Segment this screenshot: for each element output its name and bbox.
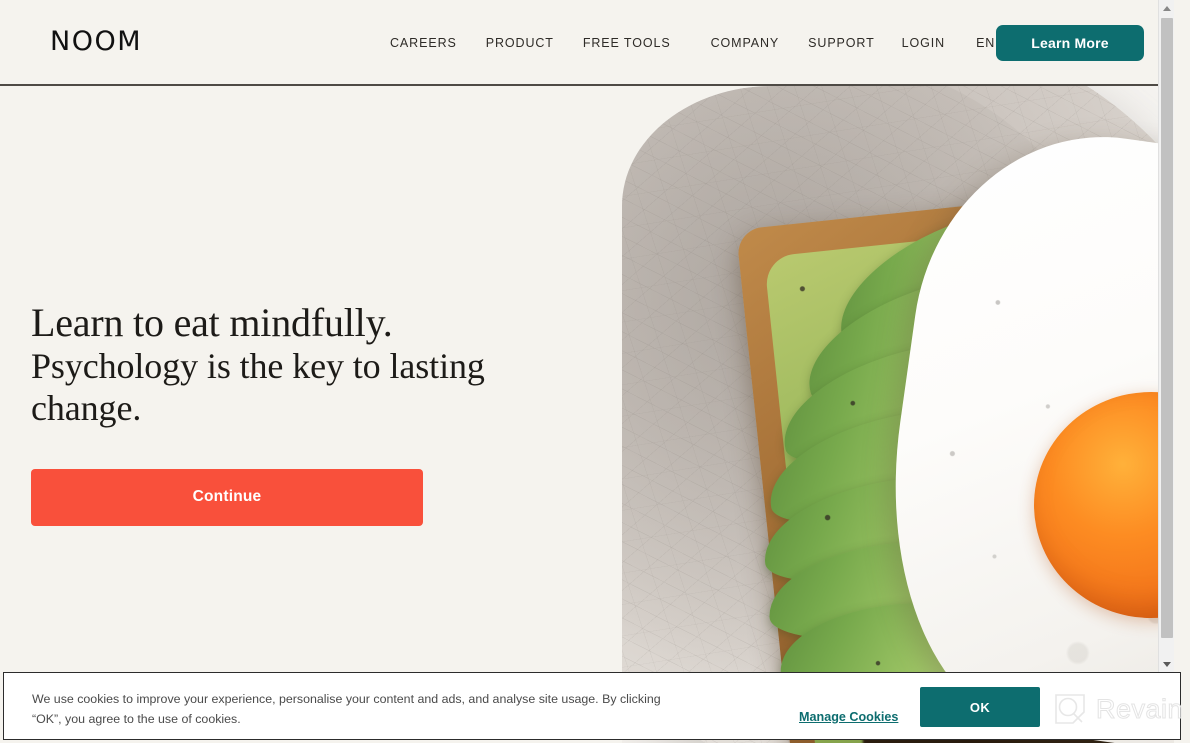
hero-food-image (622, 86, 1174, 743)
scroll-up-arrow-icon[interactable] (1159, 0, 1174, 16)
learn-more-button[interactable]: Learn More (996, 25, 1144, 61)
hero-section: Learn to eat mindfully. Psychology is th… (0, 86, 1174, 743)
page-title: Learn to eat mindfully. Psychology is th… (31, 301, 591, 430)
nav-item-support[interactable]: SUPPORT (808, 36, 875, 50)
nav-item-login[interactable]: LOGIN (902, 36, 945, 50)
hero-copy: Learn to eat mindfully. Psychology is th… (31, 301, 591, 526)
scrollbar-thumb[interactable] (1161, 18, 1173, 638)
manage-cookies-link[interactable]: Manage Cookies (799, 710, 898, 724)
language-selector-label: EN (976, 36, 996, 50)
primary-navigation: CAREERS PRODUCT FREE TOOLS COMPANY SUPPO… (390, 0, 1010, 86)
noom-logo[interactable]: NOOM (50, 28, 142, 55)
cookie-consent-message: We use cookies to improve your experienc… (32, 692, 661, 727)
browser-viewport: NOOM CAREERS PRODUCT FREE TOOLS COMPANY … (0, 0, 1174, 743)
continue-button[interactable]: Continue (31, 468, 423, 526)
vertical-scrollbar[interactable] (1158, 0, 1174, 672)
nav-item-product[interactable]: PRODUCT (486, 36, 554, 50)
nav-item-careers[interactable]: CAREERS (390, 36, 457, 50)
cookie-consent-banner: We use cookies to improve your experienc… (3, 672, 1181, 740)
headline-line-1: Learn to eat mindfully. (31, 300, 393, 345)
site-header: NOOM CAREERS PRODUCT FREE TOOLS COMPANY … (0, 0, 1174, 86)
triangle-down-icon (1163, 661, 1171, 667)
headline-line-2: Psychology is the key to lasting change. (31, 346, 485, 429)
nav-item-free-tools[interactable]: FREE TOOLS (583, 36, 671, 50)
accept-cookies-button[interactable]: OK (920, 687, 1040, 727)
scroll-down-arrow-icon[interactable] (1159, 656, 1174, 672)
avocado-toast-photo (622, 86, 1174, 743)
triangle-up-icon (1163, 5, 1171, 11)
nav-item-company[interactable]: COMPANY (711, 36, 780, 50)
